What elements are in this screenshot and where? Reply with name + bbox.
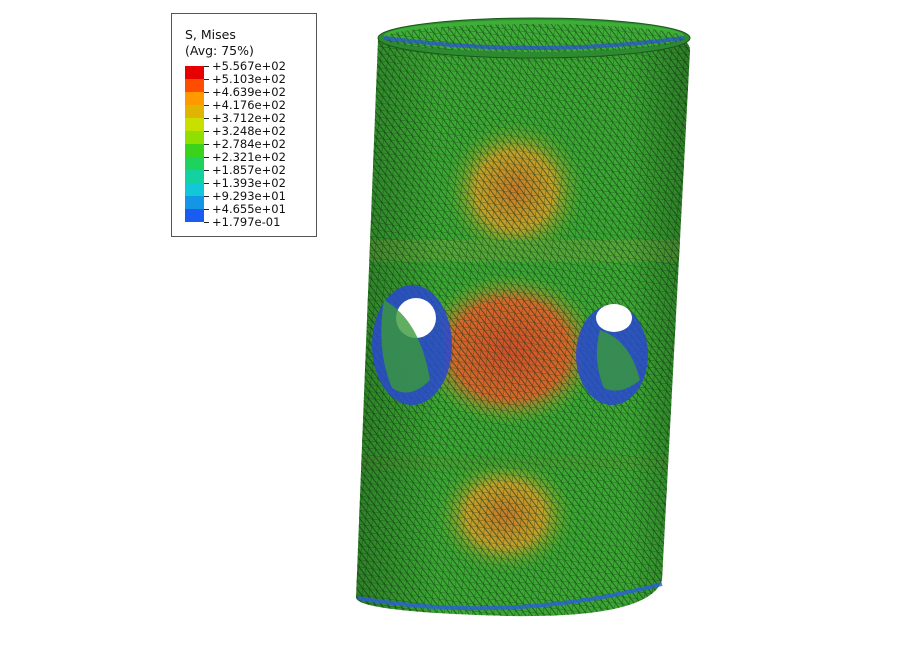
cylinder-model (356, 17, 691, 617)
left-hole (372, 285, 452, 405)
top-rim (377, 17, 691, 59)
